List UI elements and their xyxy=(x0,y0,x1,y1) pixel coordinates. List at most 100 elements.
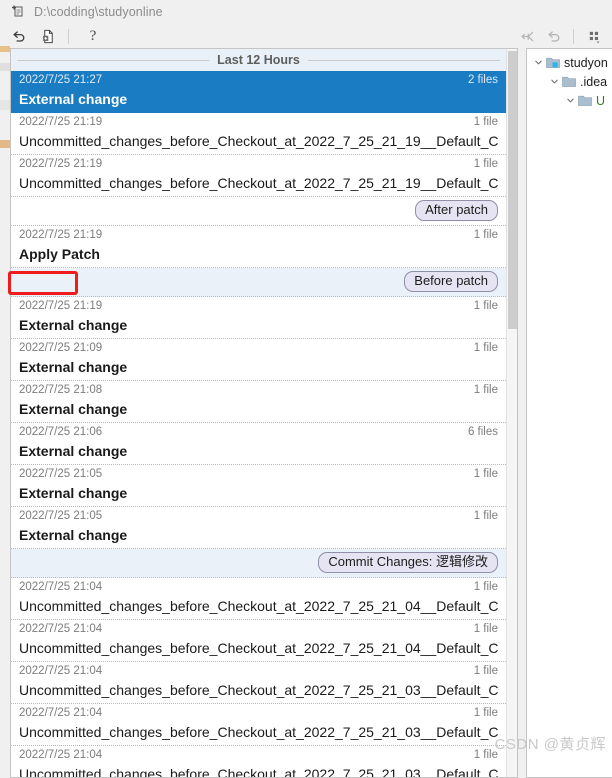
tree-node[interactable]: U xyxy=(527,91,612,110)
history-row-file-count: 1 file xyxy=(473,707,498,719)
background-artifact xyxy=(0,63,10,71)
history-row-label: External change xyxy=(19,527,128,543)
history-label-pill: After patch xyxy=(415,200,498,221)
history-label-row[interactable]: Before patch xyxy=(11,268,506,297)
refresh-icon[interactable] xyxy=(541,25,565,47)
revert-icon[interactable] xyxy=(6,25,30,47)
history-row-meta: 2022/7/25 21:05 1 file xyxy=(19,510,498,525)
chevron-down-icon[interactable] xyxy=(563,96,577,105)
create-patch-icon[interactable] xyxy=(36,25,60,47)
history-row-label: External change xyxy=(19,443,128,459)
toolbar: ? xyxy=(0,24,612,48)
local-history-list[interactable]: Last 12 Hours 2022/7/25 21:27 2 files Exte… xyxy=(11,49,506,777)
history-row-label: External change xyxy=(19,359,128,375)
background-artifact xyxy=(0,46,10,52)
history-row-meta: 2022/7/25 21:06 6 files xyxy=(19,426,498,441)
history-label-row[interactable]: Commit Changes: 逻辑修改 xyxy=(11,549,506,578)
history-row-meta: 2022/7/25 21:19 1 file xyxy=(19,229,498,244)
history-row-date: 2022/7/25 21:04 xyxy=(19,623,103,635)
toolbar-right-group xyxy=(513,24,606,48)
app-window: D:\codding\studyonline ? Last 12 Hours 2… xyxy=(0,0,612,778)
history-row-meta: 2022/7/25 21:04 1 file xyxy=(19,749,498,764)
tree-node-label: U xyxy=(596,93,606,108)
history-row-meta: 2022/7/25 21:09 1 file xyxy=(19,342,498,357)
history-row-date: 2022/7/25 21:04 xyxy=(19,749,103,761)
history-entry-row[interactable]: 2022/7/25 21:04 1 file Uncommitted_changes… xyxy=(11,578,506,620)
history-row-date: 2022/7/25 21:04 xyxy=(19,707,103,719)
history-entry-row[interactable]: 2022/7/25 21:19 1 file External change xyxy=(11,297,506,339)
history-row-meta: 2022/7/25 21:08 1 file xyxy=(19,384,498,399)
history-row-label: Uncommitted_changes_before_Checkout_at_2… xyxy=(19,682,498,698)
history-entry-row[interactable]: 2022/7/25 21:09 1 file External change xyxy=(11,339,506,381)
folder-icon xyxy=(577,94,593,107)
chevron-down-icon[interactable] xyxy=(531,58,545,67)
history-entry-row[interactable]: 2022/7/25 21:05 1 file External change xyxy=(11,465,506,507)
history-row-label: External change xyxy=(19,485,128,501)
history-entry-row[interactable]: 2022/7/25 21:19 1 file Uncommitted_changes… xyxy=(11,155,506,197)
history-row-file-count: 1 file xyxy=(473,665,498,677)
history-label-row[interactable]: After patch xyxy=(11,197,506,226)
tree-node[interactable]: studyon xyxy=(527,53,612,72)
folder-icon xyxy=(561,75,577,88)
history-entry-row[interactable]: 2022/7/25 21:27 2 files External change xyxy=(11,71,506,113)
history-entry-row[interactable]: 2022/7/25 21:19 1 file Uncommitted_changes… xyxy=(11,113,506,155)
collapse-all-icon[interactable] xyxy=(515,25,539,47)
help-icon[interactable]: ? xyxy=(81,25,105,47)
history-rows-container: 2022/7/25 21:27 2 files External change 202… xyxy=(11,71,506,777)
local-history-list-panel[interactable]: Last 12 Hours 2022/7/25 21:27 2 files Exte… xyxy=(10,48,518,778)
history-row-label: Uncommitted_changes_before_Checkout_at_2… xyxy=(19,133,498,149)
history-row-label: External change xyxy=(19,401,128,417)
history-row-meta: 2022/7/25 21:27 2 files xyxy=(19,74,498,89)
history-row-label: Uncommitted_changes_before_Checkout_at_2… xyxy=(19,724,498,740)
project-tree-panel[interactable]: studyon .idea U xyxy=(526,48,612,778)
history-row-meta: 2022/7/25 21:19 1 file xyxy=(19,116,498,131)
history-label-pill: Commit Changes: 逻辑修改 xyxy=(318,552,498,573)
history-entry-row[interactable]: 2022/7/25 21:19 1 file Apply Patch xyxy=(11,226,506,268)
chevron-down-icon[interactable] xyxy=(547,77,561,86)
group-header-line-left xyxy=(17,59,210,61)
tree-node-label: .idea xyxy=(580,74,608,89)
history-label-pill: Before patch xyxy=(404,271,498,292)
history-row-date: 2022/7/25 21:19 xyxy=(19,300,103,312)
history-row-file-count: 1 file xyxy=(473,581,498,593)
history-row-file-count: 1 file xyxy=(473,158,498,170)
history-row-label: External change xyxy=(19,317,128,333)
history-entry-row[interactable]: 2022/7/25 21:04 1 file Uncommitted_changes… xyxy=(11,662,506,704)
history-entry-row[interactable]: 2022/7/25 21:04 1 file Uncommitted_changes… xyxy=(11,620,506,662)
history-row-meta: 2022/7/25 21:04 1 file xyxy=(19,707,498,722)
history-row-file-count: 1 file xyxy=(473,342,498,354)
history-row-date: 2022/7/25 21:04 xyxy=(19,581,103,593)
group-header-label: Last 12 Hours xyxy=(217,53,300,67)
project-tree[interactable]: studyon .idea U xyxy=(527,53,612,110)
history-row-file-count: 1 file xyxy=(473,468,498,480)
background-artifact xyxy=(0,140,10,148)
history-entry-row[interactable]: 2022/7/25 21:05 1 file External change xyxy=(11,507,506,549)
history-row-label: Uncommitted_changes_before_Checkout_at_2… xyxy=(19,175,498,191)
settings-grid-icon[interactable] xyxy=(582,25,606,47)
history-entry-row[interactable]: 2022/7/25 21:06 6 files External change xyxy=(11,423,506,465)
group-header-line-right xyxy=(307,59,501,61)
history-row-date: 2022/7/25 21:19 xyxy=(19,116,103,128)
history-row-label: Apply Patch xyxy=(19,246,100,262)
history-row-date: 2022/7/25 21:09 xyxy=(19,342,103,354)
history-row-label: Uncommitted_changes_before_Checkout_at_2… xyxy=(19,598,498,614)
list-scrollbar[interactable] xyxy=(506,49,517,777)
history-row-label: External change xyxy=(19,91,128,107)
group-header-last-12-hours: Last 12 Hours xyxy=(11,49,506,71)
history-row-file-count: 1 file xyxy=(473,510,498,522)
history-row-file-count: 1 file xyxy=(473,623,498,635)
history-entry-row[interactable]: 2022/7/25 21:04 1 file Uncommitted_changes… xyxy=(11,704,506,746)
project-path: D:\codding\studyonline xyxy=(34,5,163,19)
history-row-date: 2022/7/25 21:05 xyxy=(19,510,103,522)
history-row-file-count: 6 files xyxy=(467,426,498,438)
history-row-label: Uncommitted_changes_before_Checkout_at_2… xyxy=(19,766,498,777)
history-entry-row[interactable]: 2022/7/25 21:08 1 file External change xyxy=(11,381,506,423)
history-row-meta: 2022/7/25 21:05 1 file xyxy=(19,468,498,483)
list-scrollbar-thumb[interactable] xyxy=(508,51,517,329)
history-row-meta: 2022/7/25 21:19 1 file xyxy=(19,158,498,173)
history-row-label: Uncommitted_changes_before_Checkout_at_2… xyxy=(19,640,498,656)
history-entry-row[interactable]: 2022/7/25 21:04 1 file Uncommitted_changes… xyxy=(11,746,506,777)
tree-node[interactable]: .idea xyxy=(527,72,612,91)
history-row-file-count: 2 files xyxy=(467,74,498,86)
background-artifact xyxy=(0,100,10,110)
